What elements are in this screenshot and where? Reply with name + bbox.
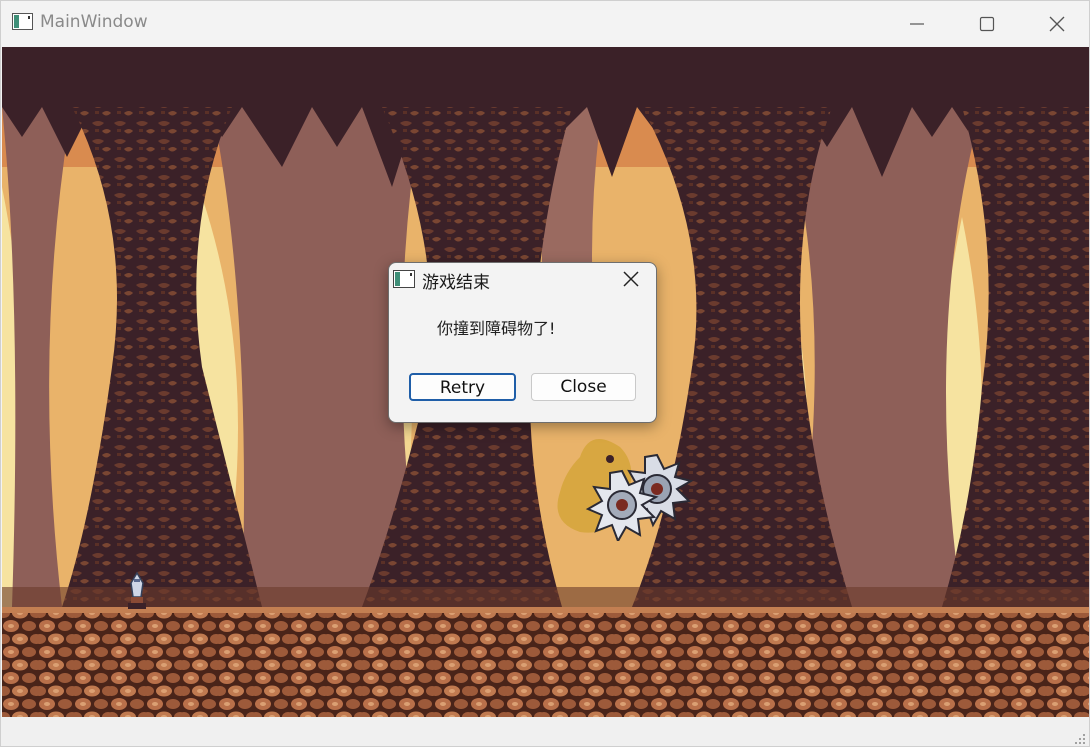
game-over-dialog: 游戏结束 你撞到障碍物了! Retry Close: [388, 262, 657, 423]
resize-grip-icon[interactable]: [1074, 733, 1086, 745]
window-title: MainWindow: [40, 12, 148, 32]
close-icon: [623, 271, 639, 287]
dialog-close-button[interactable]: [611, 266, 651, 292]
dialog-message: 你撞到障碍物了!: [437, 319, 556, 338]
app-window-icon: [12, 13, 33, 30]
spike-saw-obstacle: [585, 453, 694, 541]
retry-button[interactable]: Retry: [409, 373, 516, 401]
dialog-title: 游戏结束: [422, 273, 490, 293]
title-bar[interactable]: MainWindow: [1, 1, 1089, 47]
close-icon: [1049, 16, 1065, 32]
maximize-button[interactable]: [952, 1, 1022, 47]
main-window: MainWindow 游戏结束 你撞到障碍物了! Retry Close: [0, 0, 1090, 747]
player-character: [128, 571, 146, 609]
close-button[interactable]: Close: [531, 373, 636, 401]
maximize-icon: [979, 16, 995, 32]
minimize-button[interactable]: [882, 1, 952, 47]
status-bar: [1, 717, 1089, 746]
close-window-button[interactable]: [1022, 1, 1089, 47]
dialog-app-icon: [393, 270, 415, 288]
minimize-icon: [910, 23, 924, 25]
